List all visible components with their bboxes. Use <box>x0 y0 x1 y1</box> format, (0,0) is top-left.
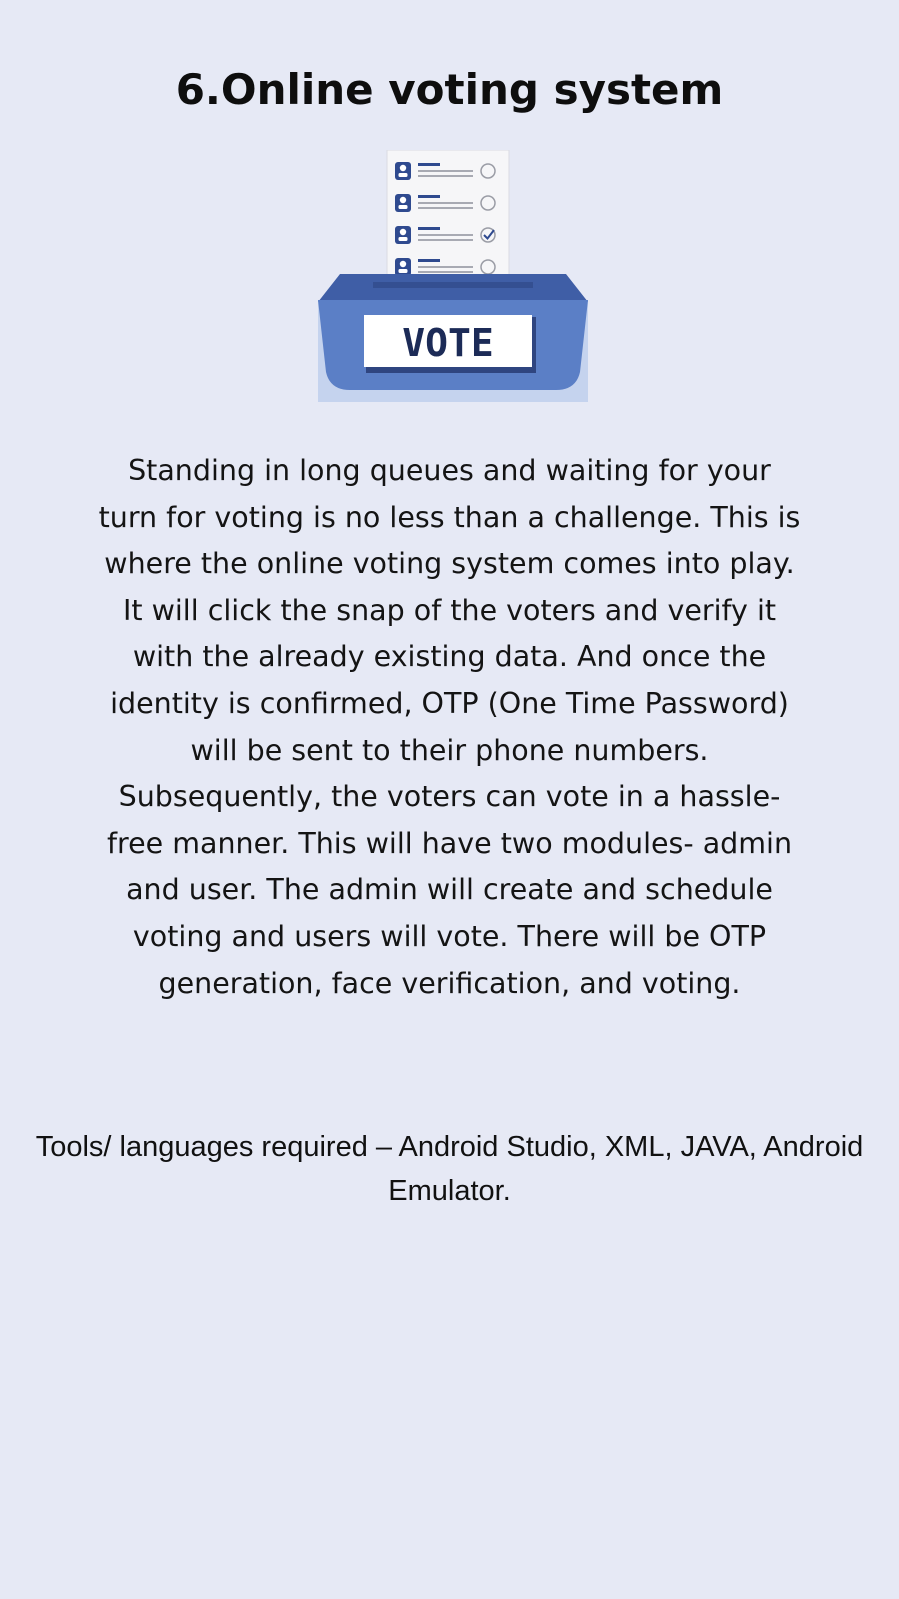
ballot-box-icon: VOTE <box>318 149 588 402</box>
ballot-box-illustration: VOTE <box>318 149 590 412</box>
page-title: 6.Online voting system <box>175 65 724 114</box>
vote-label: VOTE <box>402 321 494 365</box>
box-slot <box>373 282 533 288</box>
tools-required: Tools/ languages required – Android Stud… <box>35 1131 864 1207</box>
project-description: Standing in long queues and waiting for … <box>98 454 801 1000</box>
ballot-paper <box>386 149 510 293</box>
